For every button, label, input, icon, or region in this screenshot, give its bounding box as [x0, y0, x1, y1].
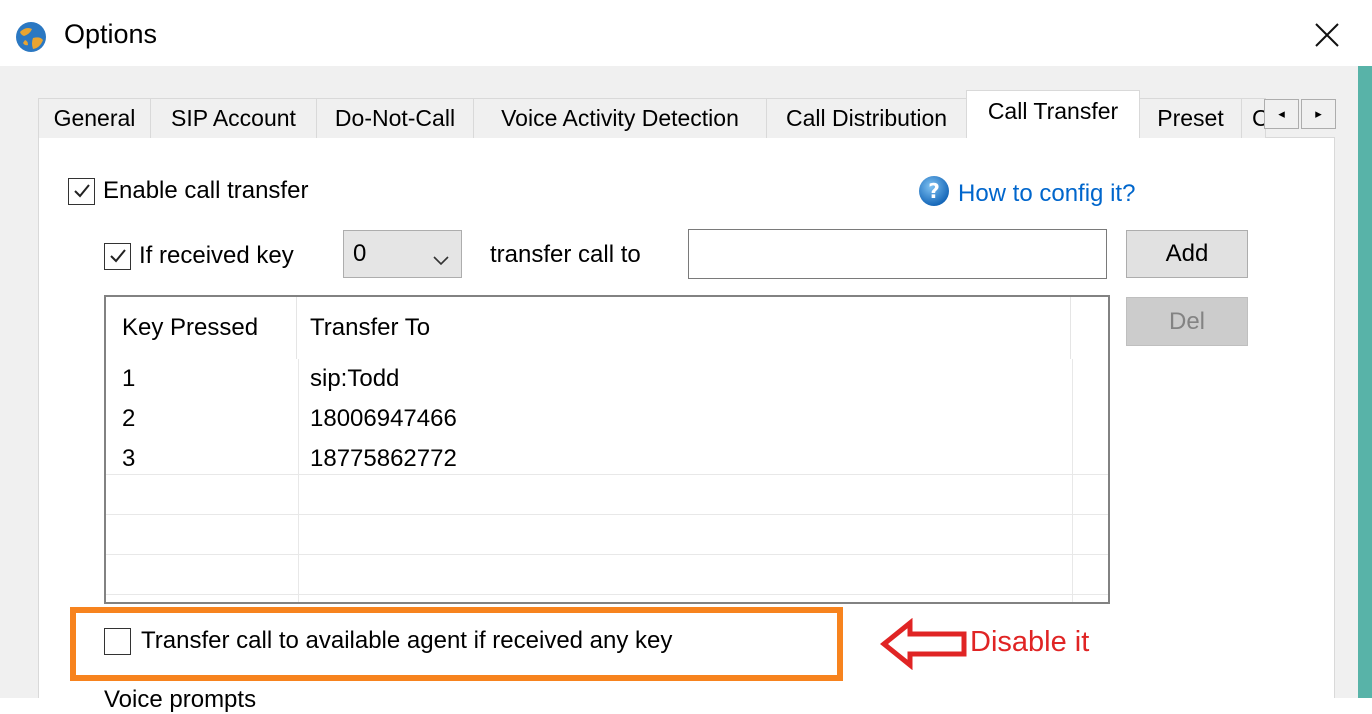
tab-scroll-right-button[interactable]: ▸ [1301, 99, 1336, 129]
grid-line [298, 359, 299, 602]
tab-preset[interactable]: Preset [1140, 98, 1242, 138]
enable-call-transfer-checkbox[interactable] [68, 177, 95, 205]
grid-line [1072, 359, 1073, 602]
tab-general[interactable]: General [38, 98, 151, 138]
triangle-left-icon: ◂ [1278, 106, 1285, 121]
list-cell-transfer-to[interactable]: 18775862772 [310, 439, 457, 479]
grid-line [106, 514, 1108, 515]
list-cell-key[interactable]: 1 [122, 359, 135, 399]
key-select[interactable]: 0 [343, 230, 462, 278]
annotation-highlight-box [70, 607, 843, 681]
grid-line [106, 554, 1108, 555]
close-button[interactable] [1300, 14, 1354, 60]
tab-call-transfer[interactable]: Call Transfer [966, 90, 1140, 138]
checkmark-icon [109, 249, 126, 263]
if-received-key-label: If received key [139, 242, 294, 269]
title-bar [0, 0, 1372, 66]
if-received-key-checkbox[interactable] [104, 242, 131, 270]
tab-call-distribution[interactable]: Call Distribution [767, 98, 967, 138]
tab-do-not-call[interactable]: Do-Not-Call [317, 98, 474, 138]
annotation-text: Disable it [970, 626, 1090, 658]
transfer-to-input[interactable] [688, 229, 1107, 279]
help-link-group[interactable]: ? How to config it? [918, 175, 1135, 212]
checkmark-icon [73, 184, 90, 198]
globe-icon [14, 20, 48, 54]
background-window-strip [1358, 66, 1372, 698]
tab-voice-activity-detection[interactable]: Voice Activity Detection [474, 98, 767, 138]
if-received-key-option[interactable]: If received key [104, 241, 294, 271]
voice-prompts-label-partial: Voice prompts [104, 686, 257, 713]
tab-sip-account[interactable]: SIP Account [151, 98, 317, 138]
enable-call-transfer-option[interactable]: Enable call transfer [68, 176, 308, 206]
how-to-config-link[interactable]: How to config it? [958, 180, 1135, 208]
column-divider [296, 297, 297, 359]
column-divider [1070, 297, 1071, 359]
arrow-left-icon [880, 617, 968, 675]
key-select-value: 0 [353, 240, 367, 267]
column-header-key-pressed[interactable]: Key Pressed [122, 297, 258, 359]
add-button[interactable]: Add [1126, 230, 1248, 278]
chevron-down-icon [433, 245, 449, 273]
close-icon [1314, 22, 1340, 53]
transfer-call-to-label: transfer call to [490, 241, 641, 268]
tab-truncated[interactable]: C [1242, 98, 1266, 138]
list-cell-key[interactable]: 2 [122, 399, 135, 439]
list-cell-key[interactable]: 3 [122, 439, 135, 479]
window-title: Options [64, 19, 158, 49]
svg-text:?: ? [928, 179, 940, 203]
list-cell-transfer-to[interactable]: sip:Todd [310, 359, 399, 399]
enable-call-transfer-label: Enable call transfer [103, 177, 309, 204]
transfer-list[interactable]: Key Pressed Transfer To 1 sip:Todd 2 180… [104, 295, 1110, 604]
column-header-transfer-to[interactable]: Transfer To [310, 297, 430, 359]
triangle-right-icon: ▸ [1315, 106, 1322, 121]
tab-scroll-buttons: ◂ ▸ [1264, 99, 1338, 129]
tab-scroll-left-button[interactable]: ◂ [1264, 99, 1299, 129]
del-button[interactable]: Del [1126, 297, 1248, 346]
help-icon: ? [918, 175, 950, 212]
grid-line [106, 474, 1108, 475]
list-cell-transfer-to[interactable]: 18006947466 [310, 399, 457, 439]
grid-line [106, 594, 1108, 595]
